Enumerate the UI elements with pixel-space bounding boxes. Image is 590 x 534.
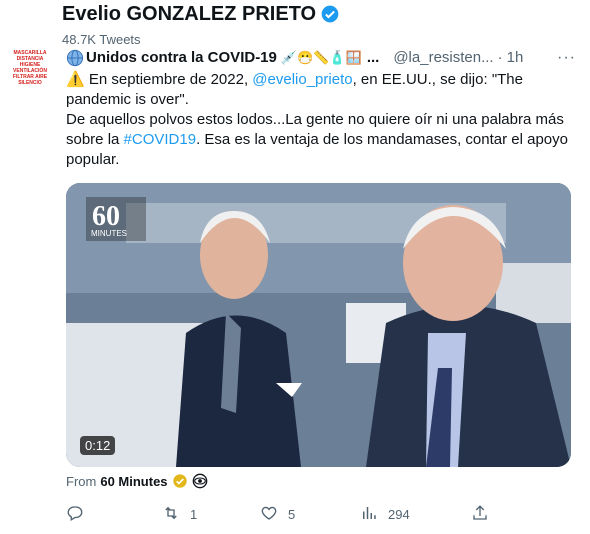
analytics-icon: [360, 504, 378, 525]
author-name-ellipsis: ...: [366, 49, 380, 66]
source-name-link[interactable]: 60 Minutes: [100, 474, 167, 489]
like-count: 5: [288, 507, 296, 522]
more-options-button[interactable]: ···: [557, 48, 576, 68]
reply-button[interactable]: [66, 504, 94, 525]
cbs-eye-icon: [192, 473, 208, 489]
tweet[interactable]: Unidos contra la COVID-19 💉😷📏🧴🪟 ... @la_…: [66, 48, 576, 170]
video-player[interactable]: 60 MINUTES 0:12: [66, 183, 571, 467]
retweet-count: 1: [190, 507, 198, 522]
share-button[interactable]: [471, 504, 489, 525]
like-button[interactable]: 5: [260, 504, 295, 525]
retweet-icon: [162, 504, 180, 525]
verified-badge-icon: [320, 4, 340, 24]
reply-icon: [66, 504, 84, 525]
profile-name: Evelio GONZALEZ PRIETO: [62, 3, 317, 25]
retweet-button[interactable]: 1: [162, 504, 197, 525]
separator: ·: [497, 49, 503, 66]
avatar-line: SILENCIO: [18, 80, 42, 86]
tweet-time[interactable]: 1h: [507, 48, 524, 68]
share-icon: [471, 504, 489, 525]
tweet-header: Unidos contra la COVID-19 💉😷📏🧴🪟 ... @la_…: [66, 48, 576, 68]
profile-name-row: Evelio GONZALEZ PRIETO: [62, 2, 340, 26]
mention-link[interactable]: @evelio_prieto: [252, 71, 352, 88]
author-emojis: 💉😷📏🧴🪟: [280, 50, 362, 65]
tweet-text-part-1: ⚠️ En septiembre de 2022,: [66, 71, 253, 88]
sixty-minutes-logo-label: MINUTES: [91, 229, 127, 238]
globe-icon: [66, 49, 84, 67]
tweet-actions: 1 5 294: [66, 500, 496, 526]
view-count: 294: [388, 507, 410, 522]
profile-header: Evelio GONZALEZ PRIETO 48.7K Tweets: [62, 2, 340, 47]
tweet-text: ⚠️ En septiembre de 2022, @evelio_prieto…: [66, 70, 576, 170]
avatar[interactable]: MASCARILLA DISTANCIA HIGIENE VENTILACIÓN…: [8, 50, 52, 100]
video-duration: 0:12: [80, 436, 116, 455]
hashtag-link[interactable]: #COVID19: [124, 131, 197, 148]
author-handle[interactable]: @la_resisten...: [393, 48, 493, 68]
author-name[interactable]: Unidos contra la COVID-19: [86, 48, 277, 68]
source-prefix: From: [66, 473, 97, 489]
video-frame: 60 MINUTES: [66, 183, 571, 467]
gold-verified-icon: [172, 473, 188, 489]
sixty-minutes-logo-number: 60: [92, 201, 120, 232]
tweet-count: 48.7K Tweets: [62, 32, 141, 47]
views-button[interactable]: 294: [360, 504, 410, 525]
video-source: From 60 Minutes: [66, 473, 208, 489]
heart-icon: [260, 504, 278, 525]
